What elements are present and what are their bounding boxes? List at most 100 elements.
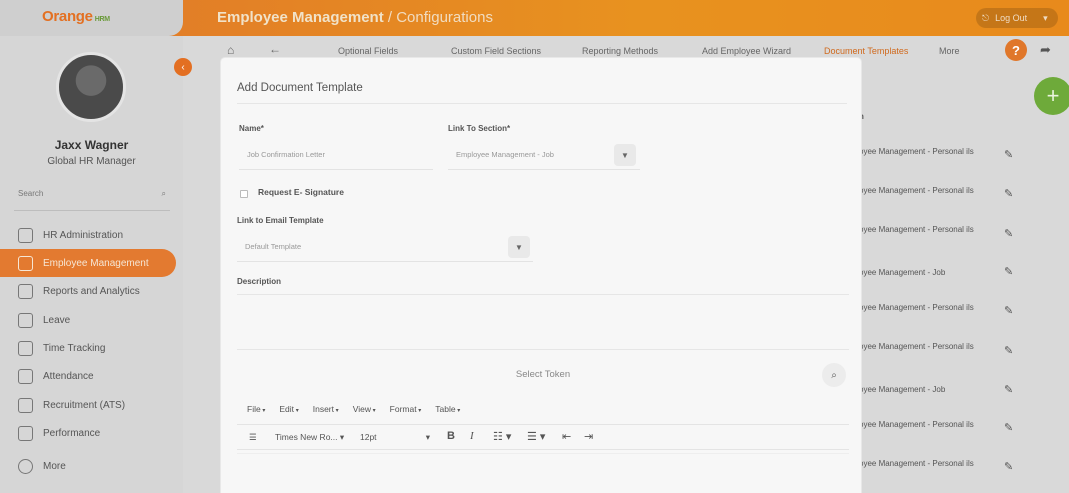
plus-icon: +: [1046, 83, 1060, 108]
page-title-main: Employee Management: [217, 9, 384, 26]
divider: [237, 103, 847, 104]
sidebar-item-label: Employee Management: [43, 257, 149, 269]
menu-insert[interactable]: Insert: [313, 404, 339, 414]
indent-icon[interactable]: ⇥: [584, 430, 593, 443]
esign-label: Request E- Signature: [258, 187, 344, 197]
email-template-label: Link to Email Template: [237, 216, 324, 225]
edit-icon[interactable]: ✎: [1004, 148, 1013, 161]
sidebar-item-leave[interactable]: Leave: [0, 306, 176, 334]
edit-icon[interactable]: ✎: [1004, 344, 1013, 357]
select-token-input[interactable]: Select Token: [237, 360, 849, 388]
sidebar-item-label: Leave: [43, 314, 71, 326]
sidebar-item-label: Recruitment (ATS): [43, 399, 126, 411]
bold-icon[interactable]: B: [447, 430, 455, 442]
sidebar-item-reports[interactable]: Reports and Analytics: [0, 277, 176, 305]
menu-file[interactable]: File: [247, 404, 265, 414]
email-template-select[interactable]: Default Template: [237, 232, 533, 262]
collapse-sidebar-button[interactable]: ‹: [174, 58, 192, 76]
name-field[interactable]: Job Confirmation Letter: [239, 140, 433, 170]
sidebar-item-label: More: [43, 460, 66, 472]
font-family-select[interactable]: Times New Ro... ▾: [275, 432, 344, 443]
italic-icon[interactable]: I: [470, 430, 474, 442]
numbered-list-icon[interactable]: ☰ ▾: [527, 430, 545, 443]
table-row: oyee Management - Job: [859, 268, 946, 277]
recruitment-icon: [18, 397, 33, 413]
editor-body[interactable]: [237, 453, 849, 493]
table-row: oyee Management - Personal ils: [859, 186, 974, 195]
settings-sliders-icon[interactable]: ☰: [249, 432, 257, 443]
tab-document-templates[interactable]: Document Templates: [824, 46, 908, 56]
sidebar-item-time-tracking[interactable]: Time Tracking: [0, 334, 176, 362]
page-title: Employee Management / Configurations: [217, 9, 493, 26]
tab-optional-fields[interactable]: Optional Fields: [338, 46, 398, 56]
search-input[interactable]: Search: [18, 189, 43, 205]
sidebar-item-recruitment[interactable]: Recruitment (ATS): [0, 391, 176, 419]
menu-table[interactable]: Table: [435, 404, 460, 414]
edit-icon[interactable]: ✎: [1004, 227, 1013, 240]
sidebar-item-hr-administration[interactable]: HR Administration: [0, 221, 176, 249]
table-row: oyee Management - Job: [859, 385, 946, 394]
section-label: Link To Section*: [448, 124, 511, 133]
add-document-template-dialog: Add Document Template Name* Job Confirma…: [221, 58, 861, 493]
logout-icon: ⎋: [982, 12, 990, 23]
sidebar-search[interactable]: Search ⌕: [14, 189, 170, 205]
logout-button[interactable]: ⎋ Log Out ▾: [976, 8, 1058, 28]
font-family-value: Times New Ro...: [275, 432, 338, 442]
logo-area: Orange HRM: [0, 0, 183, 36]
outdent-icon[interactable]: ⇤: [562, 430, 571, 443]
edit-icon[interactable]: ✎: [1004, 383, 1013, 396]
sidebar-item-performance[interactable]: Performance: [0, 419, 176, 447]
edit-icon[interactable]: ✎: [1004, 187, 1013, 200]
help-button[interactable]: ?: [1005, 39, 1027, 61]
edit-icon[interactable]: ✎: [1004, 265, 1013, 278]
search-icon[interactable]: ⌕: [162, 189, 166, 205]
table-row: oyee Management - Personal ils: [859, 420, 974, 429]
share-icon[interactable]: ➦: [1040, 42, 1051, 58]
reports-icon: [18, 283, 33, 299]
logo-suffix: HRM: [94, 16, 110, 23]
description-textarea[interactable]: [237, 294, 849, 350]
tab-custom-field-sections[interactable]: Custom Field Sections: [451, 46, 541, 56]
table-row: oyee Management - Personal ils: [859, 342, 974, 351]
tab-reporting-methods[interactable]: Reporting Methods: [582, 46, 658, 56]
edit-icon[interactable]: ✎: [1004, 304, 1013, 317]
table-row: oyee Management - Personal ils: [859, 303, 974, 312]
font-size-value: 12pt: [360, 432, 377, 442]
sidebar-item-label: Reports and Analytics: [43, 285, 140, 297]
chevron-down-icon[interactable]: ▼: [508, 236, 530, 258]
esign-checkbox[interactable]: [240, 190, 248, 198]
menu-view[interactable]: View: [353, 404, 376, 414]
add-template-button[interactable]: +: [1034, 77, 1069, 115]
menu-format[interactable]: Format: [390, 404, 422, 414]
user-role: Global HR Manager: [47, 156, 136, 167]
menu-edit[interactable]: Edit: [279, 404, 298, 414]
sidebar-item-label: Attendance: [43, 370, 94, 382]
logout-label: Log Out: [995, 13, 1028, 23]
font-size-select[interactable]: 12pt ▾: [360, 432, 430, 443]
bullet-list-icon[interactable]: ☷ ▾: [493, 430, 511, 443]
edit-icon[interactable]: ✎: [1004, 421, 1013, 434]
sidebar-item-more[interactable]: More: [0, 452, 176, 480]
tab-add-employee-wizard[interactable]: Add Employee Wizard: [702, 46, 791, 56]
page-title-sub: / Configurations: [387, 9, 493, 26]
chevron-down-icon[interactable]: ▼: [614, 144, 636, 166]
performance-icon: [18, 425, 33, 441]
sidebar-item-label: Performance: [43, 427, 101, 439]
tab-more[interactable]: More: [939, 46, 960, 56]
table-row: oyee Management - Personal ils: [859, 225, 974, 234]
leave-icon: [18, 312, 33, 328]
edit-icon[interactable]: ✎: [1004, 460, 1013, 473]
sidebar-item-attendance[interactable]: Attendance: [0, 362, 176, 390]
logo[interactable]: Orange HRM: [42, 8, 110, 25]
sidebar-item-employee-management[interactable]: Employee Management: [0, 249, 176, 277]
description-label: Description: [237, 277, 282, 286]
editor-menubar: File Edit Insert View Format Table: [247, 404, 460, 414]
table-row: oyee Management - Personal ils: [859, 147, 974, 156]
editor-toolbar: ☰ Times New Ro... ▾ 12pt ▾ B I ☷ ▾ ☰ ▾ ⇤ …: [237, 424, 849, 450]
search-icon[interactable]: ⌕: [822, 363, 846, 387]
home-icon[interactable]: ⌂: [227, 43, 234, 57]
time-icon: [18, 340, 33, 356]
section-select[interactable]: Employee Management - Job: [448, 140, 640, 170]
back-arrow-icon[interactable]: ←: [269, 42, 281, 56]
avatar[interactable]: [56, 52, 126, 122]
